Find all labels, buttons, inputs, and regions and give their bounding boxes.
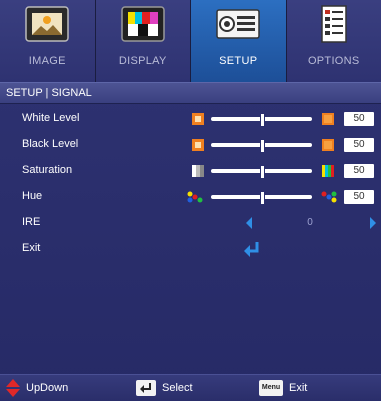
enter-arrow-icon[interactable] (243, 241, 261, 257)
black-level-label: Black Level (22, 138, 79, 150)
tab-display[interactable]: DISPLAY (96, 0, 191, 82)
tab-display-label: DISPLAY (118, 55, 167, 67)
updown-hint: UpDown (26, 382, 69, 394)
tab-setup-label: SETUP (219, 55, 258, 67)
enter-key-icon (136, 380, 156, 396)
bright-square-icon (322, 113, 334, 125)
saturation-value: 50 (344, 164, 374, 178)
slider-thumb[interactable] (259, 113, 265, 127)
slider-thumb[interactable] (259, 191, 265, 205)
display-icon (119, 4, 167, 44)
slider-thumb[interactable] (259, 139, 265, 153)
exit-hint: Exit (289, 382, 308, 394)
saturation-slider[interactable] (211, 165, 312, 179)
black-level-value: 50 (344, 138, 374, 152)
projector-icon (214, 4, 262, 44)
white-level-slider[interactable] (211, 113, 312, 127)
black-level-slider[interactable] (211, 139, 312, 153)
arrow-right-icon[interactable] (370, 217, 376, 229)
tab-options[interactable]: OPTIONS (287, 0, 381, 82)
hue-dots-icon (321, 191, 337, 203)
slider-thumb[interactable] (259, 165, 265, 179)
hue-label: Hue (22, 190, 43, 202)
tab-options-label: OPTIONS (307, 55, 360, 67)
row-ire[interactable]: IRE 0 (0, 212, 381, 234)
tab-image[interactable]: IMAGE (0, 0, 96, 82)
breadcrumb-text: SETUP | SIGNAL (6, 87, 92, 99)
row-white-level[interactable]: White Level 50 (0, 108, 381, 130)
saturation-label: Saturation (22, 164, 73, 176)
hue-slider[interactable] (211, 191, 312, 205)
tab-setup[interactable]: SETUP (191, 0, 287, 82)
image-icon (23, 4, 71, 44)
tab-bar: IMAGE DISPLAY SETUP OPTIONS (0, 0, 381, 82)
row-exit[interactable]: Exit (0, 238, 381, 260)
updown-arrow-icon (6, 379, 20, 397)
color-bars-icon (322, 165, 334, 177)
select-hint: Select (162, 382, 193, 394)
breadcrumb: SETUP | SIGNAL (0, 82, 381, 104)
row-hue[interactable]: Hue 50 (0, 186, 381, 208)
hue-value: 50 (344, 190, 374, 204)
arrow-left-icon[interactable] (246, 217, 252, 229)
ire-label: IRE (22, 216, 41, 228)
bright-square-icon (322, 139, 334, 151)
dim-square-icon (192, 139, 204, 151)
menu-key-icon: Menu (259, 380, 283, 396)
white-level-label: White Level (22, 112, 80, 124)
row-saturation[interactable]: Saturation 50 (0, 160, 381, 182)
osd-menu: IMAGE DISPLAY SETUP OPTIONS SETUP | SIGN… (0, 0, 381, 401)
dim-square-icon (192, 113, 204, 125)
key-hint-bar: UpDown Select Menu Exit (0, 374, 381, 401)
tab-image-label: IMAGE (28, 55, 66, 67)
grayscale-bars-icon (192, 165, 204, 177)
ire-value: 0 (307, 217, 313, 228)
white-level-value: 50 (344, 112, 374, 126)
exit-label: Exit (22, 242, 41, 254)
row-black-level[interactable]: Black Level 50 (0, 134, 381, 156)
checklist-icon (310, 4, 358, 44)
hue-dots-icon (187, 191, 203, 203)
